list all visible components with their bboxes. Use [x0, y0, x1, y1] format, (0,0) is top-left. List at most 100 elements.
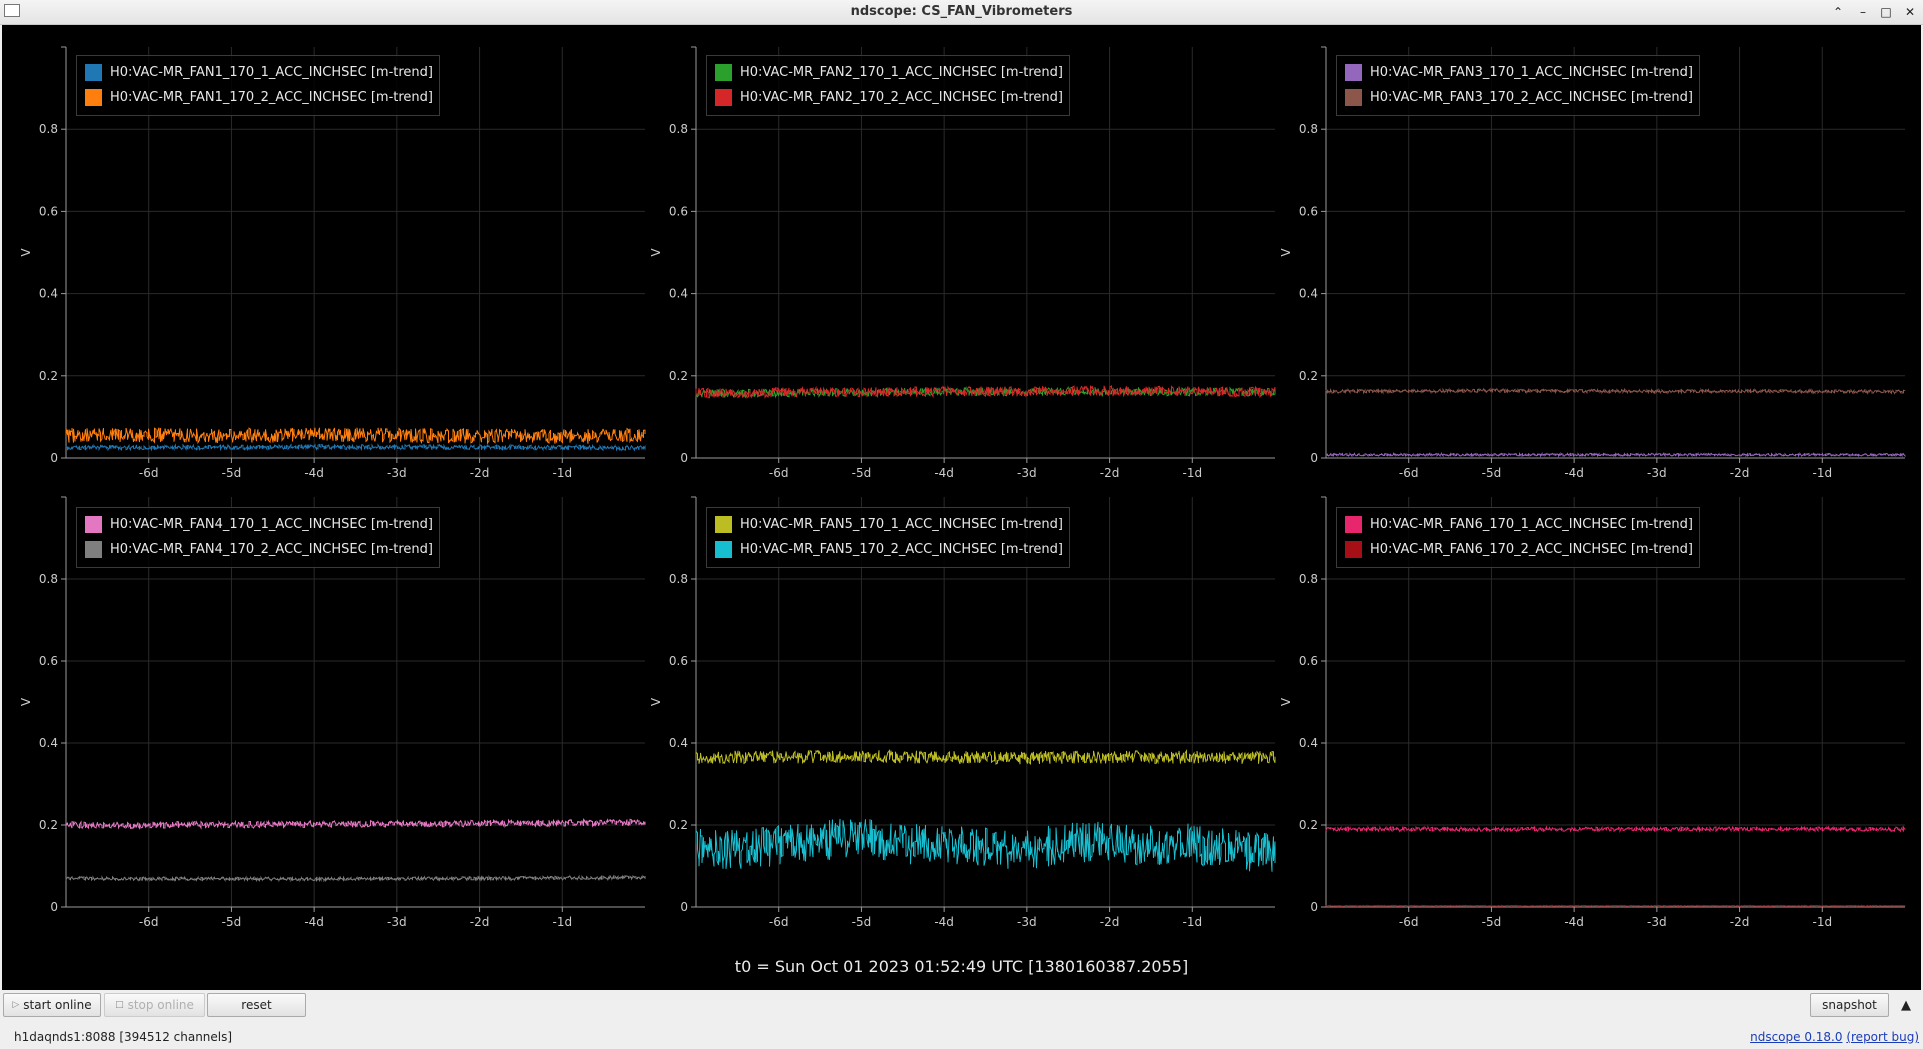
- y-axis-label: V: [1279, 248, 1293, 257]
- x-tick-label: -5d: [1482, 466, 1502, 480]
- legend-item[interactable]: H0:VAC-MR_FAN3_170_1_ACC_INCHSEC [m-tren…: [1345, 60, 1693, 85]
- series-trace-2[interactable]: [1325, 904, 1906, 908]
- stop-online-label: stop online: [127, 998, 194, 1012]
- plot-legend[interactable]: H0:VAC-MR_FAN6_170_1_ACC_INCHSEC [m-tren…: [1336, 507, 1700, 568]
- plot-area: 0 0.2 0.4 0.6 0.8 -6d -5d -4d -3d -2d -1d V 0 0.2 0.4 0…: [2, 25, 1921, 990]
- x-tick-label: -4d: [1564, 466, 1584, 480]
- legend-item[interactable]: H0:VAC-MR_FAN2_170_1_ACC_INCHSEC [m-tren…: [715, 60, 1063, 85]
- play-icon: ▷: [12, 1000, 20, 1010]
- y-axis-label: V: [649, 697, 663, 706]
- y-axis-label: V: [19, 697, 33, 706]
- x-tick-label: -3d: [1647, 466, 1667, 480]
- x-tick-label: -6d: [1399, 915, 1419, 929]
- x-tick-label: -2d: [470, 915, 490, 929]
- y-tick-label: 0.2: [39, 369, 58, 383]
- y-axis-label: V: [19, 248, 33, 257]
- y-tick-label: 0.8: [669, 122, 688, 136]
- plot-legend[interactable]: H0:VAC-MR_FAN4_170_1_ACC_INCHSEC [m-tren…: [76, 507, 440, 568]
- version-link[interactable]: ndscope 0.18.0: [1750, 1030, 1842, 1044]
- plot-legend[interactable]: H0:VAC-MR_FAN3_170_1_ACC_INCHSEC [m-tren…: [1336, 55, 1700, 116]
- stop-online-button[interactable]: □ stop online: [104, 993, 205, 1017]
- legend-item[interactable]: H0:VAC-MR_FAN2_170_2_ACC_INCHSEC [m-tren…: [715, 85, 1063, 110]
- legend-item[interactable]: H0:VAC-MR_FAN5_170_1_ACC_INCHSEC [m-tren…: [715, 512, 1063, 537]
- series-trace-2[interactable]: [65, 427, 646, 445]
- minimize-icon[interactable]: –: [1854, 3, 1872, 21]
- plot-legend[interactable]: H0:VAC-MR_FAN2_170_1_ACC_INCHSEC [m-tren…: [706, 55, 1070, 116]
- legend-item[interactable]: H0:VAC-MR_FAN3_170_2_ACC_INCHSEC [m-tren…: [1345, 85, 1693, 110]
- legend-swatch: [85, 64, 102, 81]
- series-trace-1[interactable]: [695, 748, 1276, 766]
- y-tick-label: 0.2: [39, 818, 58, 832]
- x-tick-label: -4d: [934, 915, 954, 929]
- series-trace-2[interactable]: [695, 818, 1276, 872]
- legend-item[interactable]: H0:VAC-MR_FAN1_170_2_ACC_INCHSEC [m-tren…: [85, 85, 433, 110]
- series-trace-1[interactable]: [65, 443, 646, 452]
- legend-swatch: [85, 516, 102, 533]
- legend-label: H0:VAC-MR_FAN6_170_2_ACC_INCHSEC [m-tren…: [1370, 542, 1693, 557]
- x-tick-label: -5d: [222, 915, 242, 929]
- series-trace-1[interactable]: [1325, 451, 1906, 458]
- series-trace-1[interactable]: [1325, 825, 1906, 834]
- series-trace-1[interactable]: [65, 817, 646, 830]
- status-bar: h1daqnds1:8088 [394512 channels] ndscope…: [0, 1024, 1923, 1049]
- start-online-label: start online: [23, 998, 92, 1012]
- y-tick-label: 0: [680, 900, 688, 914]
- legend-item[interactable]: H0:VAC-MR_FAN6_170_1_ACC_INCHSEC [m-tren…: [1345, 512, 1693, 537]
- x-tick-label: -6d: [769, 915, 789, 929]
- legend-label: H0:VAC-MR_FAN5_170_2_ACC_INCHSEC [m-tren…: [740, 542, 1063, 557]
- legend-item[interactable]: H0:VAC-MR_FAN6_170_2_ACC_INCHSEC [m-tren…: [1345, 537, 1693, 562]
- y-tick-label: 0.2: [1299, 369, 1318, 383]
- x-tick-label: -4d: [1564, 915, 1584, 929]
- x-tick-label: -1d: [1182, 915, 1202, 929]
- start-online-button[interactable]: ▷ start online: [3, 993, 101, 1017]
- series-trace-2[interactable]: [1325, 387, 1906, 396]
- legend-swatch: [715, 64, 732, 81]
- server-info: h1daqnds1:8088 [394512 channels]: [14, 1030, 233, 1044]
- y-tick-label: 0.4: [669, 287, 688, 301]
- y-tick-label: 0.4: [39, 736, 58, 750]
- legend-label: H0:VAC-MR_FAN3_170_1_ACC_INCHSEC [m-tren…: [1370, 65, 1693, 80]
- y-axis-label: V: [1279, 697, 1293, 706]
- x-tick-label: -6d: [139, 915, 159, 929]
- y-tick-label: 0.8: [669, 572, 688, 586]
- toolbar: ▷ start online □ stop online reset snaps…: [0, 990, 1923, 1022]
- x-tick-label: -4d: [304, 466, 324, 480]
- expand-panel-icon[interactable]: ▲: [1894, 993, 1918, 1017]
- report-bug-link[interactable]: (report bug): [1846, 1030, 1919, 1044]
- y-tick-label: 0.4: [1299, 736, 1318, 750]
- y-tick-label: 0.8: [39, 572, 58, 586]
- legend-swatch: [1345, 541, 1362, 558]
- maximize-icon[interactable]: □: [1877, 3, 1895, 21]
- legend-label: H0:VAC-MR_FAN5_170_1_ACC_INCHSEC [m-tren…: [740, 517, 1063, 532]
- legend-label: H0:VAC-MR_FAN4_170_1_ACC_INCHSEC [m-tren…: [110, 517, 433, 532]
- window-titlebar: ndscope: CS_FAN_Vibrometers ⌃ – □ ✕: [0, 0, 1923, 25]
- x-tick-label: -5d: [222, 466, 242, 480]
- y-tick-label: 0.6: [39, 204, 58, 218]
- legend-item[interactable]: H0:VAC-MR_FAN4_170_1_ACC_INCHSEC [m-tren…: [85, 512, 433, 537]
- reset-button[interactable]: reset: [207, 993, 306, 1017]
- x-tick-label: -3d: [1017, 466, 1037, 480]
- x-tick-label: -4d: [934, 466, 954, 480]
- legend-label: H0:VAC-MR_FAN1_170_1_ACC_INCHSEC [m-tren…: [110, 65, 433, 80]
- snapshot-button[interactable]: snapshot: [1810, 993, 1889, 1017]
- x-tick-label: -3d: [1647, 915, 1667, 929]
- x-tick-label: -2d: [1100, 915, 1120, 929]
- series-trace-2[interactable]: [65, 874, 646, 883]
- keep-above-icon[interactable]: ⌃: [1829, 3, 1847, 21]
- x-tick-label: -5d: [852, 915, 872, 929]
- x-tick-label: -2d: [1730, 466, 1750, 480]
- legend-label: H0:VAC-MR_FAN2_170_1_ACC_INCHSEC [m-tren…: [740, 65, 1063, 80]
- y-tick-label: 0.4: [1299, 287, 1318, 301]
- x-tick-label: -6d: [769, 466, 789, 480]
- legend-item[interactable]: H0:VAC-MR_FAN1_170_1_ACC_INCHSEC [m-tren…: [85, 60, 433, 85]
- legend-item[interactable]: H0:VAC-MR_FAN4_170_2_ACC_INCHSEC [m-tren…: [85, 537, 433, 562]
- reset-label: reset: [241, 998, 272, 1012]
- plot-legend[interactable]: H0:VAC-MR_FAN5_170_1_ACC_INCHSEC [m-tren…: [706, 507, 1070, 568]
- y-tick-label: 0: [50, 900, 58, 914]
- y-tick-label: 0: [1310, 900, 1318, 914]
- plot-legend[interactable]: H0:VAC-MR_FAN1_170_1_ACC_INCHSEC [m-tren…: [76, 55, 440, 116]
- legend-item[interactable]: H0:VAC-MR_FAN5_170_2_ACC_INCHSEC [m-tren…: [715, 537, 1063, 562]
- y-tick-label: 0: [50, 451, 58, 465]
- close-icon[interactable]: ✕: [1901, 3, 1919, 21]
- x-tick-label: -5d: [1482, 915, 1502, 929]
